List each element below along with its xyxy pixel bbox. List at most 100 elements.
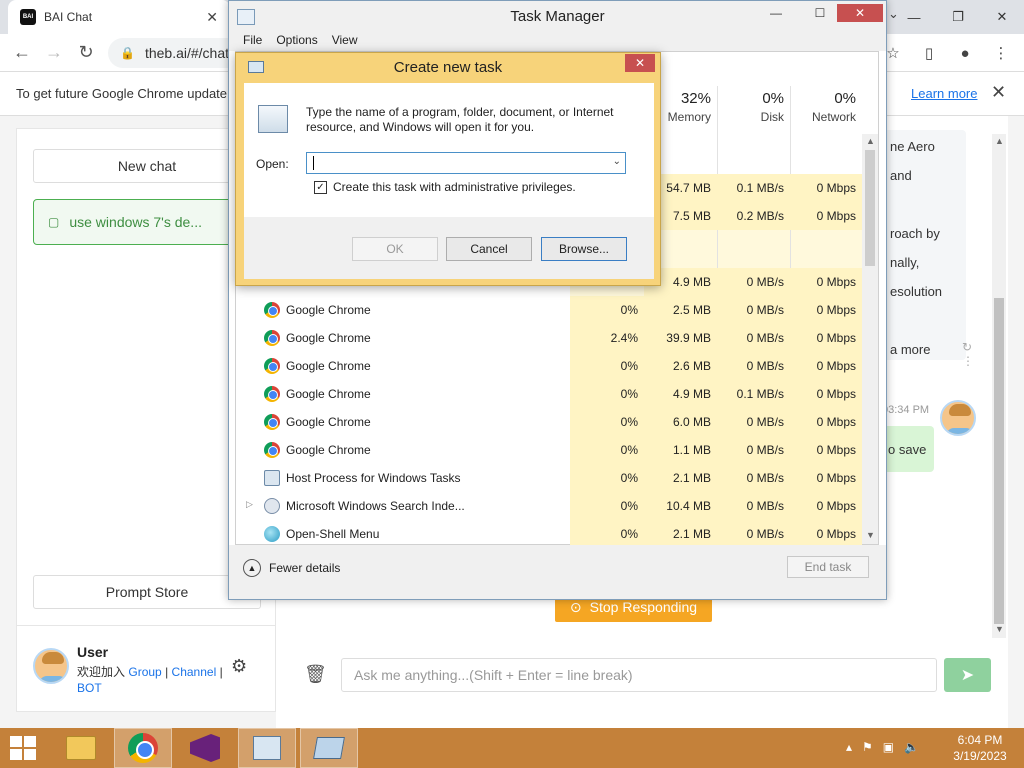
process-row[interactable]: Google Chrome 2.4% 39.9 MB 0 MB/s 0 Mbps [236,324,862,352]
send-button[interactable]: ➤ [944,658,991,692]
scroll-down-icon[interactable]: ▼ [866,530,875,540]
process-row[interactable]: Google Chrome 0% 6.0 MB 0 MB/s 0 Mbps [236,408,862,436]
fewer-details-label: Fewer details [269,561,341,575]
channel-link[interactable]: Channel [172,665,217,679]
side-panel-icon[interactable]: ▯ [914,38,944,68]
ok-button[interactable]: OK [352,237,438,261]
bai-favicon-icon: BAI [20,9,36,25]
expand-arrow-icon[interactable]: ▷ [246,499,253,510]
learn-more-link[interactable]: Learn more [911,86,977,101]
process-row[interactable]: Open-Shell Menu 0% 2.1 MB 0 MB/s 0 Mbps [236,520,862,548]
scrollbar-thumb[interactable] [865,150,875,266]
process-row[interactable]: Host Process for Windows Tasks 0% 2.1 MB… [236,464,862,492]
chevron-up-icon: ▲ [243,559,261,577]
run-dialog-icon [313,737,345,759]
new-chat-button[interactable]: New chat [33,149,261,183]
start-button[interactable] [10,736,36,760]
browse-button[interactable]: Browse... [541,237,627,261]
process-row[interactable]: Google Chrome 0% 2.6 MB 0 MB/s 0 Mbps [236,352,862,380]
tm-maximize-button[interactable]: ☐ [803,4,837,22]
taskbar-file-explorer[interactable] [52,728,110,768]
network-icon[interactable]: ▣ [883,740,894,754]
cell-network: 0 Mbps [790,520,862,548]
network-header[interactable]: 0% Network [790,90,862,134]
infobar-close-icon[interactable]: ✕ [991,82,1006,103]
process-name: Microsoft Windows Search Inde... [286,499,465,513]
disk-header[interactable]: 0% Disk [717,90,790,134]
cell-network: 0 Mbps [790,436,862,464]
open-combobox[interactable]: ⌄ [306,152,626,174]
cancel-button[interactable]: Cancel [446,237,532,261]
end-task-button[interactable]: End task [787,556,869,578]
more-icon[interactable]: ⋮ [962,354,974,368]
task-manager-footer: ▲ Fewer details End task [229,545,886,599]
cell-network: 0 Mbps [790,202,862,230]
volume-icon[interactable]: 🔈 [904,740,919,754]
cell-memory: 2.1 MB [644,520,717,548]
clock-date: 3/19/2023 [953,749,1007,763]
process-scrollbar[interactable]: ▲ ▼ [862,134,878,544]
trash-icon[interactable]: 🗑 [304,664,327,685]
profile-icon[interactable]: ● [950,38,980,68]
chrome-restore-button[interactable]: ❐ [936,0,980,34]
admin-checkbox[interactable]: ✓ [314,180,327,194]
cell-disk: 0 MB/s [717,436,790,464]
taskbar-clock[interactable]: 6:04 PM 3/19/2023 [950,732,1010,764]
menu-options[interactable]: Options [276,33,317,51]
chat-scrollbar[interactable]: ▲ ▼ [992,134,1006,638]
cell-cpu: 0% [570,492,644,520]
chat-input[interactable]: Ask me anything...(Shift + Enter = line … [341,658,937,692]
chrome-close-button[interactable]: ✕ [980,0,1024,34]
cell-network: 0 Mbps [790,464,862,492]
dropdown-arrow-icon[interactable]: ⌄ [613,156,621,167]
chat-history-item[interactable]: ▢ use windows 7's de... [33,199,261,245]
tm-minimize-button[interactable]: — [759,4,793,22]
process-name: Google Chrome [286,415,371,429]
dialog-close-button[interactable]: ✕ [625,54,655,72]
join-text: 欢迎加入 [77,665,126,679]
tab-bai-chat[interactable]: BAI BAI Chat ✕ [8,0,230,34]
reload-button[interactable]: ↻ [70,37,102,69]
search-indexer-icon [264,498,280,514]
windows-logo-pane [24,736,36,747]
bot-link[interactable]: BOT [77,681,102,695]
scroll-up-icon[interactable]: ▲ [866,136,875,146]
menu-file[interactable]: File [243,33,262,51]
clock-time: 6:04 PM [957,733,1003,747]
host-process-icon [264,470,280,486]
menu-kebab-icon[interactable]: ⋮ [986,38,1016,68]
process-row[interactable]: Google Chrome 0% 4.9 MB 0.1 MB/s 0 Mbps [236,380,862,408]
scrollbar-thumb[interactable] [994,298,1004,624]
process-row[interactable]: ▷ Microsoft Windows Search Inde... 0% 10… [236,492,862,520]
disk-percent: 0% [762,90,784,107]
taskbar-visual-studio[interactable] [176,728,234,768]
refresh-icon[interactable]: ↻ [962,340,974,354]
taskbar-task-manager[interactable] [238,728,296,768]
tab-close-icon[interactable]: ✕ [206,9,218,26]
user-avatar [33,648,69,684]
message-actions: ↻ ⋮ [962,340,974,368]
chrome-minimize-button[interactable]: — [892,0,936,34]
cell-network: 0 Mbps [790,352,862,380]
settings-gear-icon[interactable]: ⚙ [231,656,247,677]
menu-view[interactable]: View [332,33,358,51]
taskbar-run-dialog[interactable] [300,728,358,768]
process-row[interactable]: Google Chrome 0% 1.1 MB 0 MB/s 0 Mbps [236,436,862,464]
cell-memory: 2.1 MB [644,464,717,492]
action-center-flag-icon[interactable]: ⚑ [862,740,873,754]
back-button[interactable]: ← [6,37,38,69]
cell-network: 0 Mbps [790,324,862,352]
scroll-down-icon[interactable]: ▼ [995,624,1004,634]
forward-button[interactable]: → [38,37,70,69]
taskbar-chrome[interactable] [114,728,172,768]
admin-privileges-option[interactable]: ✓ Create this task with administrative p… [314,180,576,194]
prompt-store-button[interactable]: Prompt Store [33,575,261,609]
group-link[interactable]: Group [128,665,161,679]
scroll-up-icon[interactable]: ▲ [995,136,1004,146]
process-row[interactable]: Google Chrome 0% 2.5 MB 0 MB/s 0 Mbps [236,296,862,324]
cell-memory: 6.0 MB [644,408,717,436]
tm-close-button[interactable]: ✕ [837,4,883,22]
show-hidden-icons-icon[interactable]: ▴ [846,740,852,754]
cell-disk: 0 MB/s [717,324,790,352]
fewer-details-button[interactable]: ▲ Fewer details [243,559,340,577]
